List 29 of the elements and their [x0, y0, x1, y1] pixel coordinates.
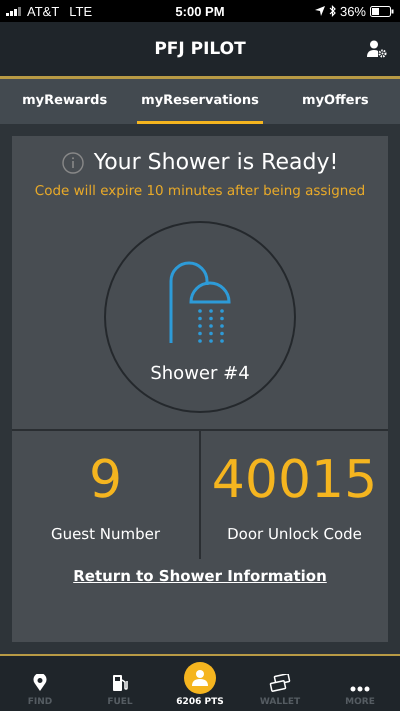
- user-settings-icon[interactable]: [367, 40, 387, 58]
- tab[interactable]: myReservations: [137, 79, 263, 124]
- info-icon: [62, 152, 84, 174]
- bluetooth-icon: [328, 5, 336, 17]
- more-icon: [350, 686, 370, 692]
- shower-name: Shower #4: [150, 362, 250, 384]
- shower-icon: [169, 260, 231, 344]
- tab[interactable]: myOffers: [272, 79, 398, 124]
- app-title: PFJ PILOT: [154, 39, 246, 59]
- battery-percent: 36%: [340, 4, 366, 18]
- stat-value: 40015: [212, 449, 378, 512]
- signal-icon: [6, 6, 23, 16]
- return-link[interactable]: Return to Shower Information: [73, 567, 327, 585]
- tab[interactable]: myRewards: [2, 79, 128, 124]
- stat-value: 9: [88, 449, 122, 512]
- stat-label: Door Unlock Code: [227, 525, 362, 543]
- expiry-notice: Code will expire 10 minutes after being assigned: [34, 183, 366, 199]
- card-title: Your Shower is Ready!: [94, 150, 338, 175]
- battery-icon: [370, 6, 394, 16]
- cards-icon: [269, 674, 291, 692]
- carrier: AT&T: [27, 4, 60, 18]
- user-avatar-icon: [184, 662, 216, 694]
- location-arrow-icon: [314, 6, 325, 16]
- network-type: LTE: [69, 4, 92, 18]
- fuel-pump-icon: [112, 674, 128, 692]
- clock: 5:00 PM: [175, 4, 225, 18]
- location-pin-icon: [33, 674, 47, 692]
- nav-item[interactable]: 6206 PTS: [160, 662, 240, 707]
- stat-label: Guest Number: [50, 525, 160, 543]
